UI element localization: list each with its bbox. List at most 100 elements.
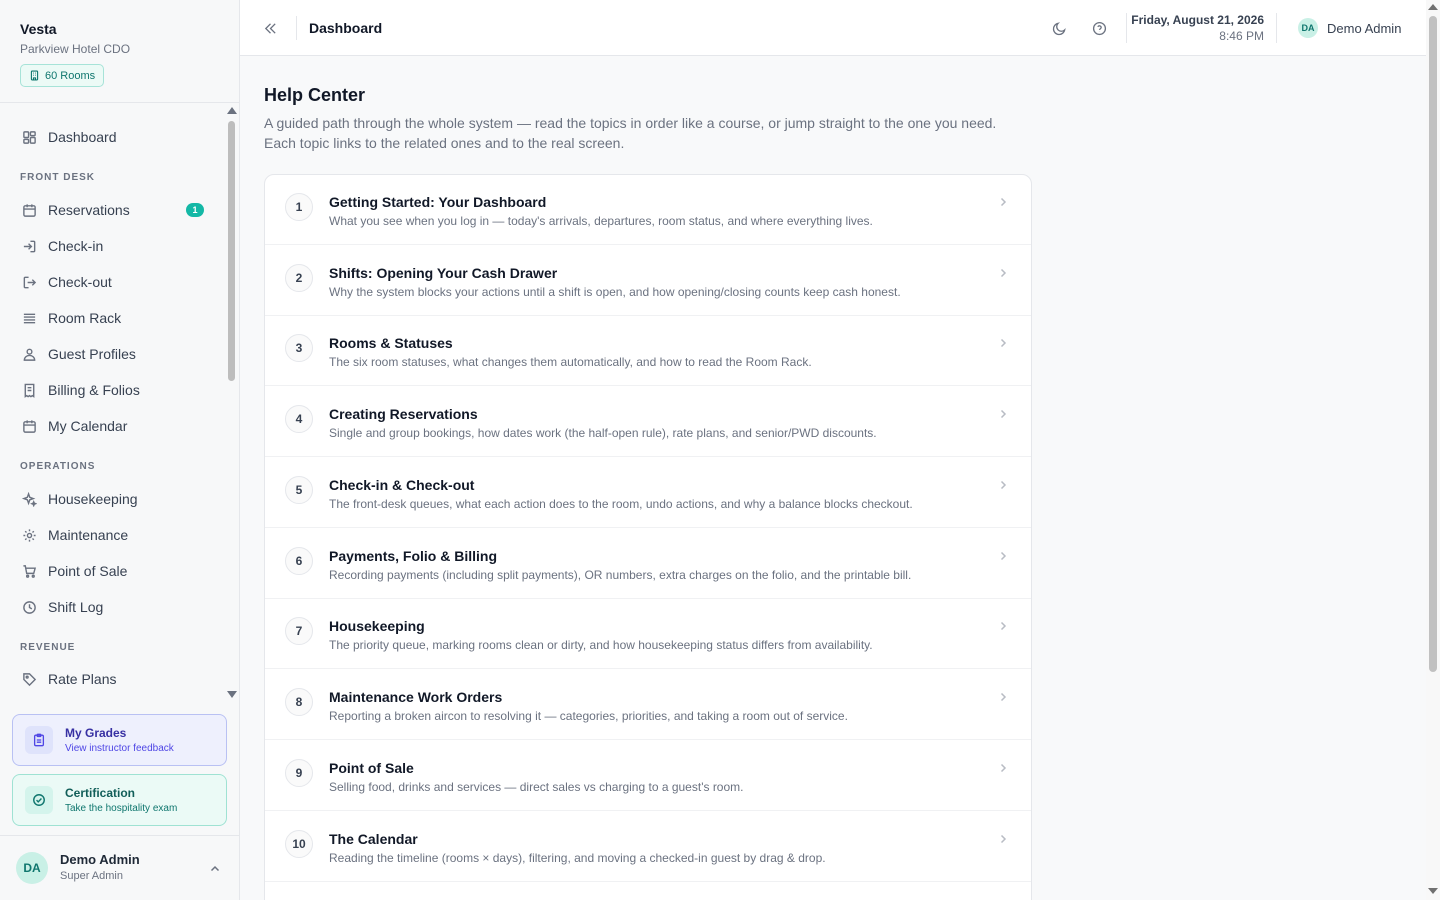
topic-title: Rooms & Statuses: [329, 335, 453, 351]
brand-name: Vesta: [20, 21, 57, 37]
certification-card[interactable]: Certification Take the hospitality exam: [12, 774, 227, 826]
list-icon: [20, 309, 38, 327]
sidebar-item-room-rack[interactable]: Room Rack: [10, 303, 216, 333]
section-revenue: REVENUE: [20, 642, 76, 653]
scroll-up-arrow[interactable]: [1428, 4, 1438, 10]
header-user-menu[interactable]: DA Demo Admin: [1298, 18, 1401, 38]
topic-item[interactable]: 5 Check-in & Check-out The front-desk qu…: [265, 458, 1031, 528]
chevron-right-icon: [997, 761, 1009, 779]
moon-icon: [1052, 21, 1067, 36]
calendar-icon: [20, 417, 38, 435]
scroll-thumb[interactable]: [1429, 16, 1437, 672]
my-grades-subtitle: View instructor feedback: [65, 742, 174, 754]
main-content: Help Center A guided path through the wh…: [240, 57, 1426, 900]
topic-description: Single and group bookings, how dates wor…: [329, 426, 877, 440]
topic-title: Check-in & Check-out: [329, 477, 475, 493]
sidebar-item-label: Check-in: [48, 238, 104, 254]
topic-item[interactable]: 8 Maintenance Work Orders Reporting a br…: [265, 670, 1031, 740]
description-line: A guided path through the whole system —…: [264, 115, 997, 131]
sidebar-item-label: Guest Profiles: [48, 346, 136, 362]
building-icon: [29, 70, 40, 81]
property-name: Parkview Hotel CDO: [20, 42, 131, 56]
sidebar-item-pos[interactable]: Point of Sale: [10, 556, 216, 586]
clipboard-icon: [25, 726, 53, 754]
sidebar-item-label: Check-out: [48, 274, 112, 290]
description-line: Each topic links to the related ones and…: [264, 135, 625, 151]
sidebar-item-label: Billing & Folios: [48, 382, 140, 398]
topic-item[interactable]: 3 Rooms & Statuses The six room statuses…: [265, 316, 1031, 386]
sidebar-item-rate-plans[interactable]: Rate Plans: [10, 664, 216, 694]
chevron-right-icon: [997, 407, 1009, 425]
topic-item[interactable]: 10 The Calendar Reading the timeline (ro…: [265, 812, 1031, 882]
sidebar-item-checkin[interactable]: Check-in: [10, 231, 216, 261]
sidebar-item-reservations[interactable]: Reservations 1: [10, 195, 216, 225]
sidebar-item-billing[interactable]: Billing & Folios: [10, 375, 216, 405]
brand-header: Vesta Parkview Hotel CDO 60 Rooms: [0, 0, 239, 103]
sidebar-scrollbar[interactable]: [226, 107, 237, 702]
calendar-icon: [20, 201, 38, 219]
sidebar-item-label: Room Rack: [48, 310, 122, 326]
scroll-down-arrow[interactable]: [1428, 888, 1438, 894]
my-grades-card[interactable]: My Grades View instructor feedback: [12, 714, 227, 766]
sidebar-item-housekeeping[interactable]: Housekeeping: [10, 484, 216, 514]
tag-icon: [20, 670, 38, 688]
topic-number: 9: [285, 759, 313, 787]
sidebar-item-dashboard[interactable]: Dashboard: [10, 122, 216, 152]
topic-title: The Calendar: [329, 831, 418, 847]
receipt-icon: [20, 381, 38, 399]
divider: [1276, 13, 1277, 43]
sparkles-icon: [20, 490, 38, 508]
user-role: Super Admin: [60, 870, 123, 882]
chevron-up-icon[interactable]: [209, 862, 221, 880]
sidebar-item-my-calendar[interactable]: My Calendar: [10, 411, 216, 441]
chevron-right-icon: [997, 266, 1009, 284]
current-date: Friday, August 21, 2026: [1131, 13, 1264, 27]
sidebar: Vesta Parkview Hotel CDO 60 Rooms Dashbo…: [0, 0, 240, 900]
gear-icon: [20, 526, 38, 544]
certification-subtitle: Take the hospitality exam: [65, 802, 178, 814]
avatar: DA: [1298, 18, 1318, 38]
topic-description: The front-desk queues, what each action …: [329, 497, 913, 511]
help-circle-icon: [1092, 21, 1107, 36]
login-icon: [20, 237, 38, 255]
sidebar-nav: Dashboard FRONT DESK Reservations 1 Chec…: [0, 116, 226, 698]
window-scrollbar[interactable]: [1426, 0, 1440, 900]
topic-item[interactable]: 7 Housekeeping The priority queue, marki…: [265, 599, 1031, 669]
topic-title: Maintenance Work Orders: [329, 689, 503, 705]
page-breadcrumb: Dashboard: [309, 20, 383, 36]
scroll-thumb[interactable]: [228, 121, 235, 381]
page-description: A guided path through the whole system —…: [264, 113, 1024, 153]
top-bar: Dashboard Friday, August 21, 2026 8:46 P…: [240, 0, 1426, 56]
current-time: 8:46 PM: [1219, 29, 1264, 43]
topic-item[interactable]: 6 Payments, Folio & Billing Recording pa…: [265, 529, 1031, 599]
sidebar-item-label: My Calendar: [48, 418, 128, 434]
topic-item[interactable]: 4 Creating Reservations Single and group…: [265, 387, 1031, 457]
topic-description: What you see when you log in — today's a…: [329, 214, 873, 228]
rooms-count: 60 Rooms: [45, 69, 96, 82]
dark-mode-toggle[interactable]: [1050, 19, 1068, 37]
topic-item[interactable]: 1 Getting Started: Your Dashboard What y…: [265, 175, 1031, 245]
sidebar-item-maintenance[interactable]: Maintenance: [10, 520, 216, 550]
topic-number: 2: [285, 264, 313, 292]
scroll-down-arrow[interactable]: [227, 691, 237, 698]
chevron-right-icon: [997, 195, 1009, 213]
avatar: DA: [16, 852, 48, 884]
clock-icon: [20, 598, 38, 616]
my-grades-title: My Grades: [65, 725, 127, 740]
user-menu[interactable]: DA Demo Admin Super Admin: [0, 835, 239, 900]
sidebar-item-shift-log[interactable]: Shift Log: [10, 592, 216, 622]
collapse-sidebar-button[interactable]: [260, 18, 280, 38]
sidebar-item-checkout[interactable]: Check-out: [10, 267, 216, 297]
topic-item[interactable]: 9 Point of Sale Selling food, drinks and…: [265, 741, 1031, 811]
topic-list: 1 Getting Started: Your Dashboard What y…: [264, 174, 1032, 900]
topic-description: The six room statuses, what changes them…: [329, 355, 812, 369]
scroll-up-arrow[interactable]: [227, 107, 237, 114]
chevron-right-icon: [997, 690, 1009, 708]
topic-number: 4: [285, 405, 313, 433]
topic-number: 8: [285, 688, 313, 716]
help-button[interactable]: [1090, 19, 1108, 37]
check-circle-icon: [25, 786, 53, 814]
sidebar-item-label: Reservations: [48, 202, 130, 218]
sidebar-item-guest-profiles[interactable]: Guest Profiles: [10, 339, 216, 369]
topic-item[interactable]: 2 Shifts: Opening Your Cash Drawer Why t…: [265, 246, 1031, 316]
